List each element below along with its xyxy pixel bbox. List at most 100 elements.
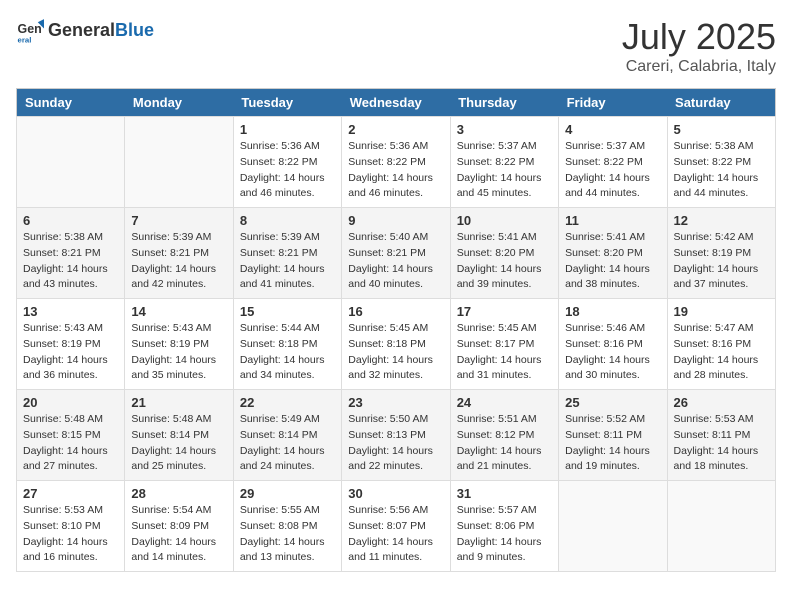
calendar-table: SundayMondayTuesdayWednesdayThursdayFrid… xyxy=(16,88,776,572)
day-number: 10 xyxy=(457,213,552,228)
day-number: 19 xyxy=(674,304,769,319)
calendar-cell: 17Sunrise: 5:45 AMSunset: 8:17 PMDayligh… xyxy=(450,299,558,390)
weekday-header: Wednesday xyxy=(342,89,450,117)
page-header: Gen eral GeneralBlue July 2025 Careri, C… xyxy=(16,16,776,76)
calendar-cell: 2Sunrise: 5:36 AMSunset: 8:22 PMDaylight… xyxy=(342,117,450,208)
calendar-cell: 16Sunrise: 5:45 AMSunset: 8:18 PMDayligh… xyxy=(342,299,450,390)
day-number: 23 xyxy=(348,395,443,410)
calendar-week-row: 20 Sunrise: 5:48 AMSunset: 8:15 PMDayligh… xyxy=(17,390,776,481)
day-number: 9 xyxy=(348,213,443,228)
day-number: 29 xyxy=(240,486,335,501)
calendar-cell: 12Sunrise: 5:42 AMSunset: 8:19 PMDayligh… xyxy=(667,208,775,299)
calendar-cell: 30 Sunrise: 5:56 AMSunset: 8:07 PMDayligh… xyxy=(342,481,450,572)
calendar-cell: 23Sunrise: 5:50 AMSunset: 8:13 PMDayligh… xyxy=(342,390,450,481)
weekday-header: Monday xyxy=(125,89,233,117)
day-info: Sunrise: 5:56 AMSunset: 8:07 PMDaylight:… xyxy=(348,503,443,566)
calendar-cell: 25 Sunrise: 5:52 AMSunset: 8:11 PMDayligh… xyxy=(559,390,667,481)
day-number: 26 xyxy=(674,395,769,410)
calendar-cell: 15 Sunrise: 5:44 AMSunset: 8:18 PMDayligh… xyxy=(233,299,341,390)
calendar-cell: 19 Sunrise: 5:47 AMSunset: 8:16 PMDayligh… xyxy=(667,299,775,390)
calendar-cell: 8 Sunrise: 5:39 AMSunset: 8:21 PMDaylight… xyxy=(233,208,341,299)
day-number: 7 xyxy=(131,213,226,228)
calendar-cell: 14Sunrise: 5:43 AMSunset: 8:19 PMDayligh… xyxy=(125,299,233,390)
logo-blue: Blue xyxy=(115,20,154,40)
day-info: Sunrise: 5:41 AMSunset: 8:20 PMDaylight:… xyxy=(457,230,552,293)
day-info: Sunrise: 5:55 AMSunset: 8:08 PMDaylight:… xyxy=(240,503,335,566)
day-info: Sunrise: 5:36 AMSunset: 8:22 PMDaylight:… xyxy=(348,139,443,202)
calendar-cell: 29 Sunrise: 5:55 AMSunset: 8:08 PMDayligh… xyxy=(233,481,341,572)
day-number: 24 xyxy=(457,395,552,410)
day-number: 3 xyxy=(457,122,552,137)
day-info: Sunrise: 5:44 AMSunset: 8:18 PMDaylight:… xyxy=(240,321,335,384)
logo-general: General xyxy=(48,20,115,40)
calendar-cell: 10 Sunrise: 5:41 AMSunset: 8:20 PMDayligh… xyxy=(450,208,558,299)
calendar-cell: 6Sunrise: 5:38 AMSunset: 8:21 PMDaylight… xyxy=(17,208,125,299)
calendar-cell: 20 Sunrise: 5:48 AMSunset: 8:15 PMDayligh… xyxy=(17,390,125,481)
day-info: Sunrise: 5:53 AMSunset: 8:10 PMDaylight:… xyxy=(23,503,118,566)
calendar-week-row: 6Sunrise: 5:38 AMSunset: 8:21 PMDaylight… xyxy=(17,208,776,299)
day-info: Sunrise: 5:37 AMSunset: 8:22 PMDaylight:… xyxy=(565,139,660,202)
day-number: 30 xyxy=(348,486,443,501)
day-info: Sunrise: 5:43 AMSunset: 8:19 PMDaylight:… xyxy=(23,321,118,384)
calendar-cell: 27Sunrise: 5:53 AMSunset: 8:10 PMDayligh… xyxy=(17,481,125,572)
logo-icon: Gen eral xyxy=(16,16,44,44)
month-title: July 2025 xyxy=(622,16,776,58)
calendar-cell: 31 Sunrise: 5:57 AMSunset: 8:06 PMDayligh… xyxy=(450,481,558,572)
day-info: Sunrise: 5:39 AMSunset: 8:21 PMDaylight:… xyxy=(240,230,335,293)
day-number: 6 xyxy=(23,213,118,228)
day-info: Sunrise: 5:53 AMSunset: 8:11 PMDaylight:… xyxy=(674,412,769,475)
title-block: July 2025 Careri, Calabria, Italy xyxy=(622,16,776,76)
calendar-cell xyxy=(17,117,125,208)
day-info: Sunrise: 5:41 AMSunset: 8:20 PMDaylight:… xyxy=(565,230,660,293)
day-info: Sunrise: 5:45 AMSunset: 8:18 PMDaylight:… xyxy=(348,321,443,384)
calendar-cell: 11 Sunrise: 5:41 AMSunset: 8:20 PMDayligh… xyxy=(559,208,667,299)
calendar-week-row: 1Sunrise: 5:36 AMSunset: 8:22 PMDaylight… xyxy=(17,117,776,208)
day-number: 11 xyxy=(565,213,660,228)
weekday-header: Tuesday xyxy=(233,89,341,117)
calendar-week-row: 27Sunrise: 5:53 AMSunset: 8:10 PMDayligh… xyxy=(17,481,776,572)
day-number: 15 xyxy=(240,304,335,319)
day-number: 22 xyxy=(240,395,335,410)
day-number: 28 xyxy=(131,486,226,501)
calendar-cell: 3Sunrise: 5:37 AMSunset: 8:22 PMDaylight… xyxy=(450,117,558,208)
calendar-cell: 28 Sunrise: 5:54 AMSunset: 8:09 PMDayligh… xyxy=(125,481,233,572)
day-info: Sunrise: 5:47 AMSunset: 8:16 PMDaylight:… xyxy=(674,321,769,384)
weekday-header: Friday xyxy=(559,89,667,117)
day-info: Sunrise: 5:57 AMSunset: 8:06 PMDaylight:… xyxy=(457,503,552,566)
day-number: 25 xyxy=(565,395,660,410)
day-info: Sunrise: 5:46 AMSunset: 8:16 PMDaylight:… xyxy=(565,321,660,384)
weekday-header: Sunday xyxy=(17,89,125,117)
weekday-header: Saturday xyxy=(667,89,775,117)
weekday-header: Thursday xyxy=(450,89,558,117)
day-number: 5 xyxy=(674,122,769,137)
day-number: 20 xyxy=(23,395,118,410)
svg-text:Gen: Gen xyxy=(18,22,42,36)
calendar-cell: 21 Sunrise: 5:48 AMSunset: 8:14 PMDayligh… xyxy=(125,390,233,481)
day-number: 21 xyxy=(131,395,226,410)
calendar-week-row: 13Sunrise: 5:43 AMSunset: 8:19 PMDayligh… xyxy=(17,299,776,390)
calendar-cell: 24 Sunrise: 5:51 AMSunset: 8:12 PMDayligh… xyxy=(450,390,558,481)
day-info: Sunrise: 5:48 AMSunset: 8:14 PMDaylight:… xyxy=(131,412,226,475)
calendar-cell: 5Sunrise: 5:38 AMSunset: 8:22 PMDaylight… xyxy=(667,117,775,208)
calendar-cell: 1Sunrise: 5:36 AMSunset: 8:22 PMDaylight… xyxy=(233,117,341,208)
day-number: 14 xyxy=(131,304,226,319)
day-number: 17 xyxy=(457,304,552,319)
day-info: Sunrise: 5:54 AMSunset: 8:09 PMDaylight:… xyxy=(131,503,226,566)
day-info: Sunrise: 5:42 AMSunset: 8:19 PMDaylight:… xyxy=(674,230,769,293)
day-info: Sunrise: 5:40 AMSunset: 8:21 PMDaylight:… xyxy=(348,230,443,293)
day-info: Sunrise: 5:52 AMSunset: 8:11 PMDaylight:… xyxy=(565,412,660,475)
day-number: 31 xyxy=(457,486,552,501)
calendar-header-row: SundayMondayTuesdayWednesdayThursdayFrid… xyxy=(17,89,776,117)
day-number: 8 xyxy=(240,213,335,228)
day-info: Sunrise: 5:49 AMSunset: 8:14 PMDaylight:… xyxy=(240,412,335,475)
day-info: Sunrise: 5:48 AMSunset: 8:15 PMDaylight:… xyxy=(23,412,118,475)
calendar-cell: 22 Sunrise: 5:49 AMSunset: 8:14 PMDayligh… xyxy=(233,390,341,481)
day-number: 18 xyxy=(565,304,660,319)
calendar-cell: 26 Sunrise: 5:53 AMSunset: 8:11 PMDayligh… xyxy=(667,390,775,481)
calendar-cell: 7Sunrise: 5:39 AMSunset: 8:21 PMDaylight… xyxy=(125,208,233,299)
day-info: Sunrise: 5:36 AMSunset: 8:22 PMDaylight:… xyxy=(240,139,335,202)
day-info: Sunrise: 5:51 AMSunset: 8:12 PMDaylight:… xyxy=(457,412,552,475)
logo: Gen eral GeneralBlue xyxy=(16,16,154,44)
calendar-cell xyxy=(559,481,667,572)
calendar-cell: 4Sunrise: 5:37 AMSunset: 8:22 PMDaylight… xyxy=(559,117,667,208)
